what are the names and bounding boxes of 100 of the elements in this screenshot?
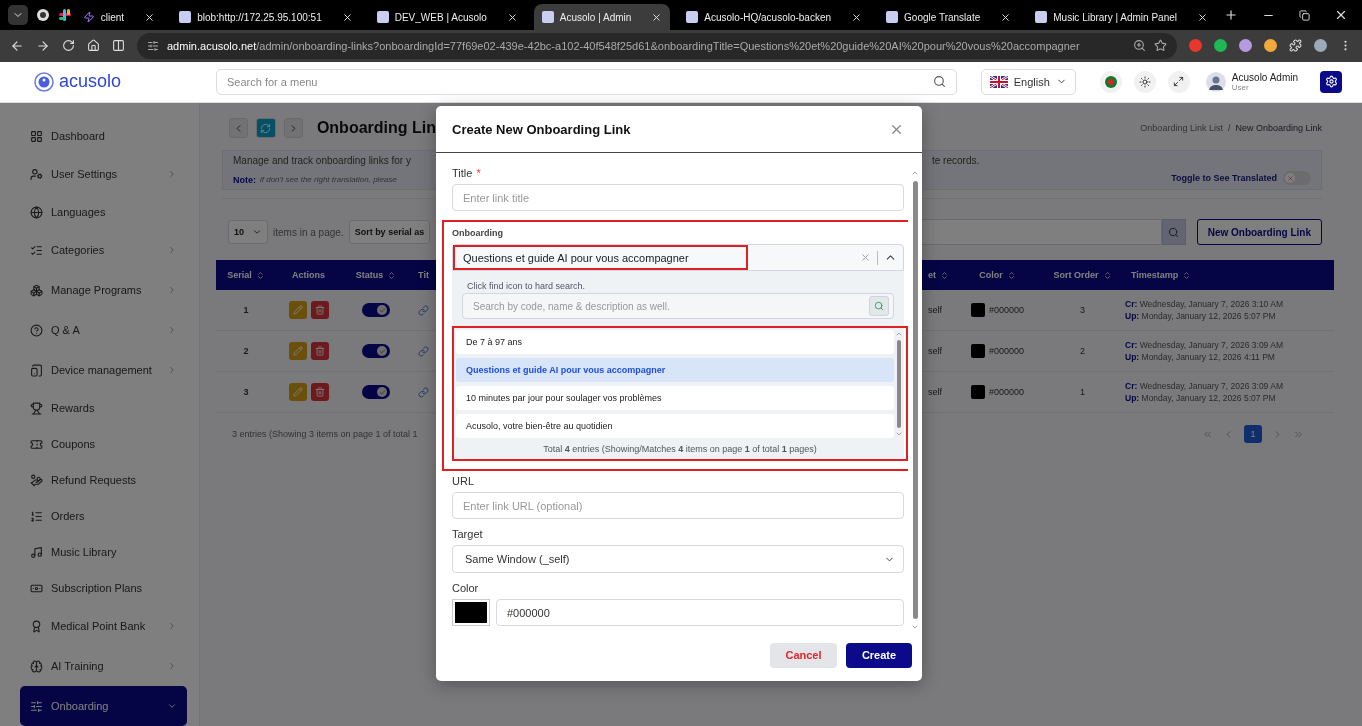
browser-tab[interactable]: Google Translate [878, 4, 1020, 30]
extension-icon[interactable] [1239, 39, 1252, 53]
star-icon[interactable] [1154, 39, 1167, 53]
dropdown-option[interactable]: 10 minutes par jour pour soulager vos problèmes [456, 386, 894, 410]
sort-icon [1102, 270, 1112, 280]
dropdown-option[interactable]: De 7 à 97 ans [456, 330, 894, 354]
sidebar-item[interactable]: Orders [20, 498, 187, 534]
sidebar-item[interactable]: Categories [20, 230, 187, 270]
menu-item-icon [30, 205, 43, 219]
page-size-select[interactable]: 10 [228, 220, 268, 244]
fullscreen-button[interactable] [1167, 70, 1190, 93]
split-view-icon[interactable] [112, 39, 125, 53]
sidebar-item[interactable]: Music Library [20, 534, 187, 570]
home-icon[interactable] [87, 39, 100, 53]
reload-icon[interactable] [62, 39, 75, 53]
sidebar-item[interactable]: Onboarding [20, 686, 187, 726]
link-icon[interactable] [418, 345, 429, 357]
close-icon[interactable] [144, 11, 156, 23]
url-input[interactable]: Enter link URL (optional) [452, 492, 904, 519]
flag-button[interactable] [1099, 70, 1122, 93]
dropdown-option[interactable]: Acusolo, votre bien-être au quotidien [456, 414, 894, 438]
table-search-field[interactable] [922, 219, 1162, 245]
address-bar[interactable]: admin.acusolo.net/admin/onboarding-links?onboardingId=77f69e02-439e-42bc-a102-40f548f25d61&onboardingTitle=Questions%20et%20guide%20AI%20pour%20vous%20accompagner [137, 32, 1177, 59]
delete-button[interactable] [310, 301, 329, 319]
close-icon[interactable] [341, 11, 353, 23]
sidebar-item[interactable]: AI Training [20, 646, 187, 686]
column-header[interactable]: Status [341, 270, 411, 280]
new-tab-icon[interactable] [1224, 8, 1238, 22]
column-header[interactable]: Color [955, 270, 1040, 280]
settings-button[interactable] [1320, 70, 1342, 93]
column-header[interactable]: Tit [411, 270, 436, 280]
color-input[interactable]: #000000 [496, 599, 904, 626]
breadcrumb-link[interactable]: Onboarding Link List [1140, 123, 1223, 133]
sort-select[interactable]: Sort by serial as [348, 220, 431, 244]
dropdown-option[interactable]: Questions et guide AI pour vous accompagner [456, 358, 894, 382]
browser-tab[interactable]: client [74, 4, 164, 30]
close-icon[interactable] [851, 11, 863, 23]
pinned-tab-icon[interactable] [36, 8, 50, 22]
delete-button[interactable] [310, 342, 329, 360]
theme-button[interactable] [1133, 70, 1156, 93]
onboarding-select[interactable]: Questions et guide AI pour vous accompagner [452, 244, 904, 271]
browser-tab[interactable]: Music Library | Admin Panel [1027, 4, 1216, 30]
restore-icon[interactable] [1299, 9, 1310, 21]
browser-tab[interactable]: blob:http://172.25.95.100:51 [171, 4, 361, 30]
title-input[interactable]: Enter link title [452, 184, 904, 211]
search-button[interactable] [1161, 219, 1186, 245]
sidebar-item[interactable]: Subscription Plans [20, 570, 187, 606]
page-button[interactable]: 1 [1244, 425, 1262, 443]
new-link-button[interactable]: New Onboarding Link [1196, 219, 1322, 245]
breadcrumb-link[interactable]: New Onboarding Link [1235, 123, 1322, 133]
target-select[interactable]: Same Window (_self) [452, 545, 904, 573]
menu-item-icon [30, 167, 43, 181]
status-toggle[interactable] [362, 303, 390, 317]
avatar-icon[interactable] [1205, 71, 1226, 92]
forward-icon[interactable] [36, 38, 50, 53]
pinned-tab-icon[interactable] [58, 8, 72, 22]
status-toggle[interactable] [362, 385, 390, 399]
create-button[interactable]: Create [846, 642, 912, 668]
menu-search-field[interactable]: Search for a menu [216, 68, 957, 95]
column-header[interactable]: Sort Order [1040, 270, 1125, 280]
sidebar-item[interactable]: Dashboard [20, 118, 187, 154]
extension-icon[interactable] [1264, 39, 1277, 53]
sidebar-item[interactable]: User Settings [20, 154, 187, 194]
sidebar-item[interactable]: Languages [20, 194, 187, 230]
extensions-icon[interactable] [1289, 39, 1302, 53]
sidebar-item[interactable]: Refund Requests [20, 462, 187, 498]
browser-tab[interactable]: Acusolo-HQ/acusolo-backen [678, 4, 871, 30]
extension-icon[interactable] [1189, 39, 1202, 53]
sidebar-item[interactable]: Medical Point Bank [20, 606, 187, 646]
profile-avatar[interactable] [1314, 39, 1327, 53]
sidebar-item[interactable]: Manage Programs [20, 270, 187, 310]
close-icon[interactable] [1197, 11, 1208, 23]
tab-list-button[interactable] [8, 5, 28, 25]
close-icon[interactable] [1000, 11, 1012, 23]
close-icon[interactable] [506, 11, 518, 23]
sidebar-item[interactable]: Q & A [20, 310, 187, 350]
cancel-button[interactable]: Cancel [770, 642, 837, 668]
translate-toggle[interactable] [1283, 171, 1311, 185]
browser-tab[interactable]: Acusolo | Admin [533, 4, 671, 30]
column-header[interactable]: Actions [276, 270, 341, 280]
column-header[interactable]: Timestamp [1125, 270, 1334, 280]
status-toggle[interactable] [362, 344, 390, 358]
sidebar-item[interactable]: Rewards [20, 390, 187, 426]
scrollbar[interactable] [894, 330, 904, 438]
link-icon[interactable] [418, 386, 429, 398]
close-icon[interactable] [1334, 8, 1348, 22]
link-icon[interactable] [418, 304, 429, 316]
column-header[interactable]: Serial [216, 270, 276, 280]
note-label: Note: [233, 175, 256, 185]
language-select[interactable]: English [980, 68, 1076, 95]
option-search-field[interactable]: Search by code, name & description as well. [462, 293, 894, 319]
column-header[interactable]: et [922, 270, 955, 280]
sidebar-item[interactable]: Coupons [20, 426, 187, 462]
extension-icon[interactable] [1214, 39, 1227, 53]
delete-button[interactable] [310, 383, 329, 401]
sidebar-item[interactable]: Device management [20, 350, 187, 390]
browser-tab[interactable]: DEV_WEB | Acusolo [368, 4, 526, 30]
close-icon[interactable] [651, 11, 663, 23]
zoom-icon[interactable] [1133, 39, 1146, 53]
back-icon[interactable] [10, 38, 24, 53]
